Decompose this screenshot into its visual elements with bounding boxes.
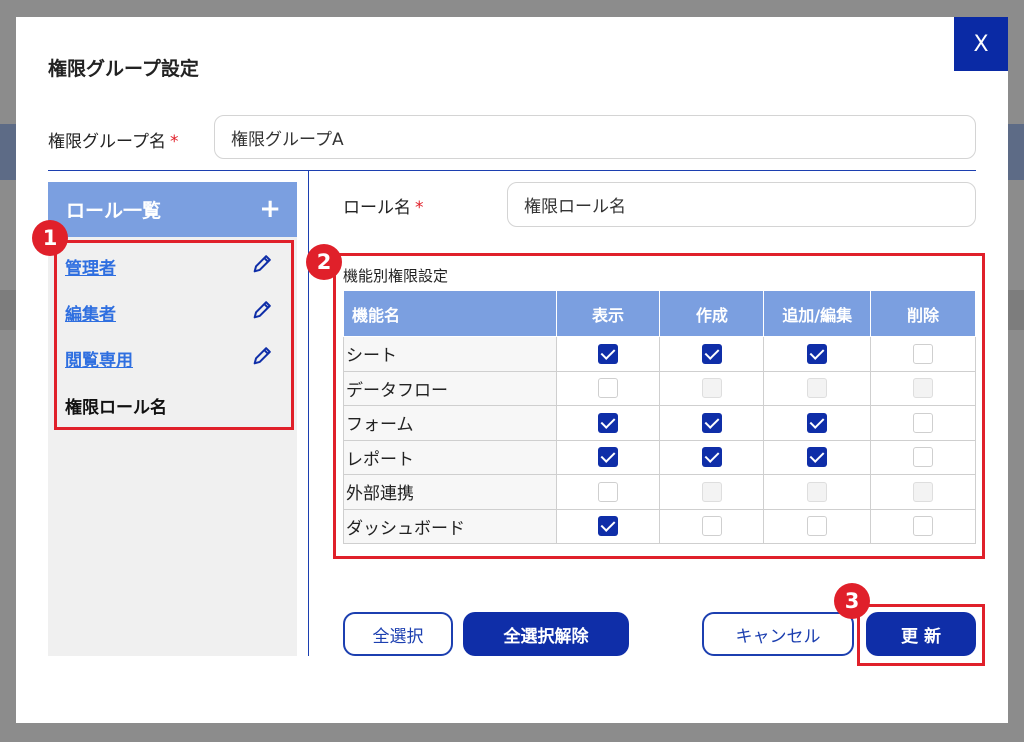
role-name-input[interactable]: 権限ロール名 xyxy=(507,182,976,227)
close-button[interactable]: X xyxy=(954,17,1008,71)
annotation-box-1 xyxy=(54,240,294,430)
group-name-input[interactable]: 権限グループA xyxy=(214,115,976,159)
annotation-badge-3: 3 xyxy=(834,583,870,619)
required-mark: * xyxy=(169,132,179,152)
cancel-button[interactable]: キャンセル xyxy=(702,612,854,656)
annotation-badge-1: 1 xyxy=(32,220,68,256)
divider-horizontal xyxy=(48,170,976,171)
role-name-label-text: ロール名 xyxy=(343,198,411,218)
annotation-box-2 xyxy=(333,253,985,559)
required-mark: * xyxy=(415,198,424,218)
divider-vertical xyxy=(308,171,309,656)
add-role-icon[interactable]: + xyxy=(259,196,281,222)
role-list-title: ロール一覧 xyxy=(66,200,162,222)
annotation-badge-2: 2 xyxy=(306,244,342,280)
group-name-label-text: 権限グループ名 xyxy=(48,132,166,152)
deselect-all-button[interactable]: 全選択解除 xyxy=(463,612,629,656)
role-list-header: ロール一覧 + xyxy=(48,182,297,237)
role-name-label: ロール名 * xyxy=(343,193,424,218)
group-name-label: 権限グループ名 * xyxy=(48,127,178,152)
annotation-box-3 xyxy=(857,604,985,666)
dialog-title: 権限グループ設定 xyxy=(48,58,199,80)
select-all-button[interactable]: 全選択 xyxy=(343,612,453,656)
